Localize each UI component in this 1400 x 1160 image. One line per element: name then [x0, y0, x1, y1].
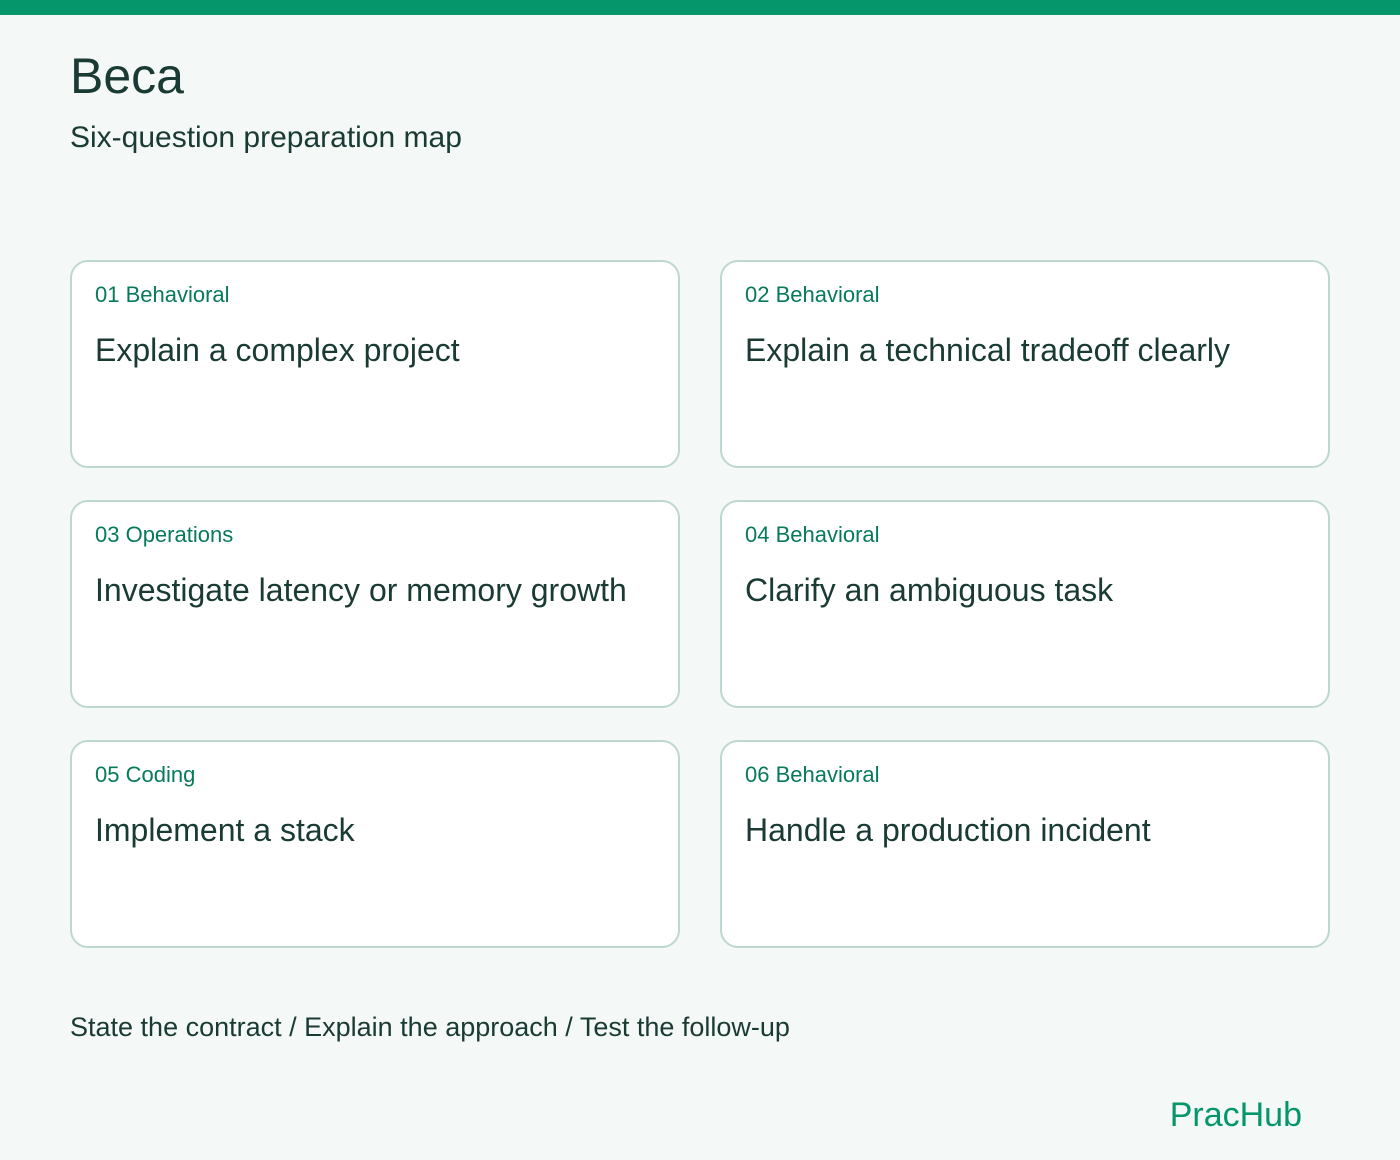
footer-note: State the contract / Explain the approac… [70, 1012, 790, 1042]
question-tag: 04 Behavioral [745, 522, 880, 547]
question-title: Explain a technical tradeoff clearly [745, 332, 1231, 368]
page-subtitle: Six-question preparation map [70, 121, 462, 154]
question-tag: 03 Operations [95, 522, 234, 547]
question-card-03[interactable]: 03 Operations Investigate latency or mem… [70, 500, 680, 708]
question-tag: 06 Behavioral [745, 762, 880, 787]
question-card-grid: 01 Behavioral Explain a complex project … [70, 260, 1330, 948]
question-tag: 05 Coding [95, 762, 196, 787]
question-card-05[interactable]: 05 Coding Implement a stack [70, 740, 680, 948]
question-title: Handle a production incident [745, 812, 1151, 848]
top-accent-bar [0, 0, 1400, 15]
question-card-01[interactable]: 01 Behavioral Explain a complex project [70, 260, 680, 468]
question-card-04[interactable]: 04 Behavioral Clarify an ambiguous task [720, 500, 1330, 708]
question-tag: 02 Behavioral [745, 282, 880, 307]
page-title: Beca [70, 48, 184, 104]
question-card-06[interactable]: 06 Behavioral Handle a production incide… [720, 740, 1330, 948]
question-title: Clarify an ambiguous task [745, 572, 1114, 608]
brand-logo: PracHub [1169, 1096, 1302, 1134]
question-title: Investigate latency or memory growth [95, 572, 627, 608]
question-title: Implement a stack [95, 812, 355, 848]
question-card-02[interactable]: 02 Behavioral Explain a technical tradeo… [720, 260, 1330, 468]
question-tag: 01 Behavioral [95, 282, 230, 307]
question-title: Explain a complex project [95, 332, 460, 368]
